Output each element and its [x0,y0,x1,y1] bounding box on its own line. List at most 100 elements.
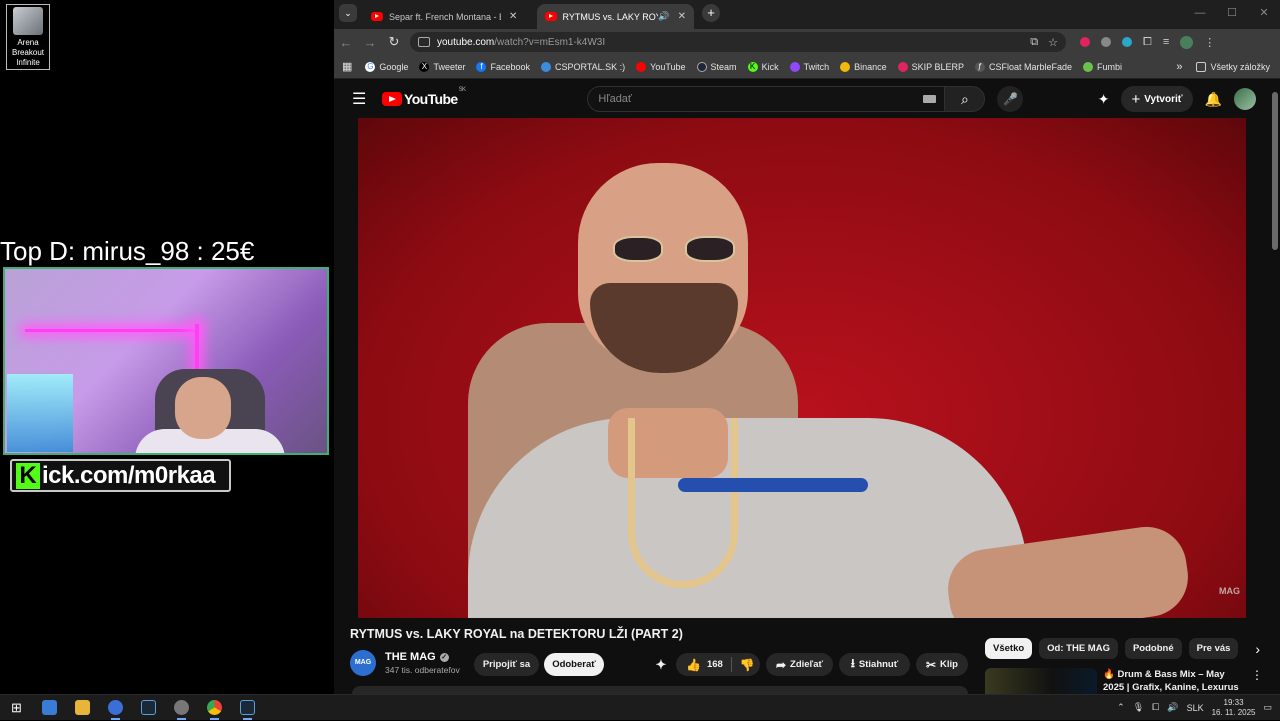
forward-icon[interactable]: → [358,35,382,50]
reload-icon[interactable]: ↻ [382,34,406,50]
tray-overflow-icon[interactable]: ⌃ [1117,702,1125,713]
recommendation-chips: Všetko Od: THE MAG Podobné Pre vás › [985,638,1260,659]
extension-icon[interactable] [1080,37,1090,47]
all-bookmarks-folder[interactable]: Všetky záložky [1196,61,1270,72]
bookmark-facebook[interactable]: f Facebook [476,61,530,72]
taskbar-app[interactable] [165,695,198,721]
kick-url-text: ick.com/m0rkaa [42,461,216,489]
desktop-icon-arena-breakout[interactable]: Arena Breakout Infinite [6,4,50,70]
extension-icon[interactable] [1122,37,1132,47]
share-button[interactable]: ➦ Zdieľať [766,653,833,676]
video-title: RYTMUS vs. LAKY ROYAL na DETEKTORU LŽI (… [350,627,683,641]
more-bookmarks-icon[interactable]: » [1176,61,1182,73]
bookmarks-bar: ▦ G Google X Tweeter f Facebook CSPORTAL.SK… [334,55,1280,79]
menu-dots-icon[interactable]: ⋮ [1204,36,1215,49]
tab-separ[interactable]: Separ ft. French Montana - Bo ✕ [363,4,537,29]
keyboard-icon[interactable] [923,95,937,103]
bookmark-tweeter[interactable]: X Tweeter [419,61,465,72]
chip-from-channel[interactable]: Od: THE MAG [1039,638,1118,659]
microphone-icon[interactable]: 🎙 [1133,702,1144,713]
bookmark-skip-blerp[interactable]: SKIP BLERP [897,61,964,72]
search-button[interactable]: ⌕ [945,86,986,112]
youtube-play-icon [382,92,402,106]
extension-icon[interactable] [1101,37,1111,47]
apps-grid-icon[interactable]: ▦ [342,60,352,73]
bookmark-kick[interactable]: K Kick [747,61,779,72]
thumbs-up-icon[interactable]: 👍 [686,658,701,672]
subscribe-button[interactable]: Odoberať [544,653,604,676]
like-dislike-group: 👍 168 👎 [676,653,760,676]
taskbar-app[interactable] [33,695,66,721]
clock[interactable]: 19:33 16. 11. 2025 [1212,698,1256,718]
close-window-icon[interactable]: ✕ [1248,0,1280,26]
new-tab-button[interactable]: + [702,4,720,22]
maximize-icon[interactable]: ☐ [1216,0,1248,26]
minimize-icon[interactable]: — [1184,0,1216,26]
notifications-bell-icon[interactable]: 🔔 [1205,91,1222,108]
notifications-icon[interactable]: ▭ [1263,702,1272,713]
back-icon[interactable]: ← [334,35,358,50]
account-avatar[interactable] [1234,88,1256,110]
create-button[interactable]: + Vytvoriť [1121,86,1193,112]
bookmark-google[interactable]: G Google [365,61,408,72]
puzzle-icon[interactable]: ⧠ [1143,36,1152,49]
download-button[interactable]: ⭳ Stiahnuť [839,653,910,676]
close-tab-icon[interactable]: ✕ [678,11,686,22]
start-button[interactable]: ⊞ [0,695,33,721]
channel-name[interactable]: THE MAG ✓ [385,651,460,663]
binance-icon [840,61,851,72]
bookmark-csportal[interactable]: CSPORTAL.SK :) [540,61,625,72]
youtube-logo[interactable]: YouTube SK [382,87,466,107]
browser-window: ⌄ Separ ft. French Montana - Bo ✕ RYTMUS… [334,0,1280,694]
app-icon [42,700,57,715]
voice-search-mic-icon[interactable]: 🎤 [997,86,1024,112]
more-options-icon[interactable]: ⋮ [1251,668,1263,694]
site-info-icon[interactable] [418,37,430,47]
channel-avatar[interactable]: MAG [350,650,376,676]
bookmark-youtube[interactable]: YouTube [636,61,686,72]
network-icon[interactable]: ⧠ [1152,702,1159,713]
page-scrollbar[interactable] [1272,92,1278,250]
join-button[interactable]: Pripojiť sa [474,653,539,676]
taskbar-file-explorer[interactable] [66,695,99,721]
youtube-icon [636,61,647,72]
speaker-icon[interactable]: 🔊 [658,11,669,22]
search-input[interactable]: Hľadať [587,86,946,112]
profile-avatar[interactable] [1180,35,1194,49]
ai-sparkle-icon[interactable]: ✦ [1098,91,1110,108]
taskbar-steam[interactable] [231,695,264,721]
blerp-icon [897,61,908,72]
language-indicator[interactable]: SLK [1187,703,1204,713]
taskbar-app[interactable] [99,695,132,721]
thumbs-down-icon[interactable]: 👎 [740,658,755,672]
bookmark-twitch[interactable]: Twitch [789,61,829,72]
taskbar-chrome[interactable] [198,695,231,721]
twitch-icon [789,61,800,72]
kick-icon: K [747,61,758,72]
chip-for-you[interactable]: Pre vás [1188,638,1239,659]
bookmark-fumbi[interactable]: Fumbi [1083,61,1122,72]
address-bar[interactable]: youtube.com/watch?v=mEsm1-k4W3I ⧉ ☆ [410,32,1066,52]
chip-related[interactable]: Podobné [1124,638,1182,659]
volume-icon[interactable]: 🔊 [1167,702,1178,713]
close-tab-icon[interactable]: ✕ [509,11,517,22]
tab-rytmus[interactable]: RYTMUS vs. LAKY ROYAL n 🔊 ✕ [537,4,694,29]
bookmark-csfloat[interactable]: ƒ CSFloat MarbleFade [975,61,1072,72]
taskbar-steam[interactable] [132,695,165,721]
reading-list-icon[interactable]: ≡ [1163,36,1169,48]
description-box[interactable] [352,686,968,694]
facebook-icon: f [476,61,487,72]
bookmark-steam[interactable]: Steam [696,61,737,72]
star-icon[interactable]: ☆ [1048,36,1058,49]
chip-all[interactable]: Všetko [985,638,1033,659]
chevron-right-icon[interactable]: › [1255,641,1260,657]
bookmark-binance[interactable]: Binance [840,61,887,72]
recommended-video[interactable]: 🔥 Drum & Bass Mix – May 2025 | Grafix, K… [985,668,1265,694]
clip-button[interactable]: ✂ Klip [916,653,968,676]
hamburger-menu-icon[interactable]: ☰ [352,89,366,109]
steam-icon [696,61,707,72]
cast-icon[interactable]: ⧉ [1030,36,1038,49]
ai-ask-icon[interactable]: ✦ [648,653,674,676]
tab-search-chevron-icon[interactable]: ⌄ [339,4,357,22]
video-player[interactable]: MAG [358,118,1246,618]
